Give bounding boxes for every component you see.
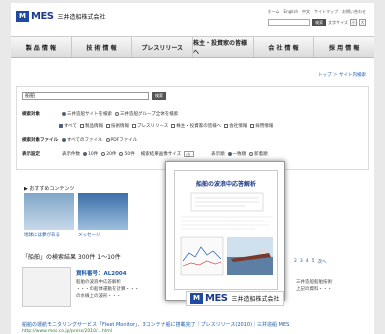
category-row: すべて 製品情報 技術情報 プレスリリース 株主・投資家の皆様へ 会社情報 採用… — [59, 123, 273, 129]
recommend-title: ▶ おすすめコンテンツ — [24, 186, 75, 192]
header-tools: 検索 文字サイズ 小 大 — [268, 19, 366, 26]
count-10-label: 10件 — [88, 152, 99, 157]
scope-row: 検索対象 三井造船サイトを検索 三井造船グループ全体を検索 — [22, 111, 178, 117]
utility-links: ホーム English 中文 サイトマップ お問い合わせ — [268, 9, 366, 15]
recommend-thumb-2[interactable] — [78, 193, 128, 230]
result-title[interactable]: 資料番号：AL2004 — [76, 269, 127, 277]
cat-ir-label: 株主・投資家の皆様へ — [176, 124, 222, 129]
count-radio-50[interactable] — [119, 152, 124, 156]
search-button[interactable]: 検索 — [152, 92, 166, 100]
result-snippet: の水線上の波形・・・ — [76, 294, 121, 299]
font-size-label: 文字サイズ — [328, 19, 348, 25]
target-label: 検索対象 — [22, 112, 40, 117]
cat-all-label: すべて — [64, 124, 78, 129]
cat-company-checkbox[interactable] — [224, 124, 229, 128]
recommend-thumb-1[interactable] — [24, 193, 74, 230]
filetype-pdf-label: PDFファイル — [110, 138, 138, 143]
count-20-label: 20件 — [106, 152, 117, 157]
breadcrumb[interactable]: トップ ＞ サイト内検索 — [318, 72, 366, 78]
filetype-row: 検索対象ファイル すべてのファイル PDFファイル — [22, 137, 137, 143]
filetype-label: 検索対象ファイル — [22, 138, 58, 143]
recommend-caption-2[interactable]: メッセージ — [78, 232, 100, 238]
result-snippet-right: 三井造船船舶技術 — [296, 280, 332, 285]
page-link[interactable]: 5 — [312, 259, 315, 265]
popup-logo-mark: M — [190, 293, 203, 304]
preview-doc-figure — [180, 192, 273, 276]
nav-company[interactable]: 会 社 情 報 — [254, 37, 315, 57]
order-match-label: 一致順 — [232, 152, 247, 157]
recommend-caption-1[interactable]: 地球には夢がある — [24, 232, 60, 238]
cat-press-checkbox[interactable] — [132, 124, 137, 128]
size-select[interactable]: 小 — [184, 151, 195, 157]
cat-products-label: 製品情報 — [85, 124, 104, 129]
result-title-2[interactable]: 船舶の運航モニタリングサービス「Fleet Monitor」、3コンテナ船に搭載… — [22, 321, 289, 328]
cat-ir-checkbox[interactable] — [171, 124, 176, 128]
result-snippet: 船舶の波浪中応答解析 — [76, 280, 121, 285]
company-name: 三井造船株式会社 — [57, 14, 106, 21]
display-label: 表示設定 — [22, 152, 40, 157]
header-search-input[interactable] — [268, 19, 311, 26]
pagination: 2 3 4 5 次へ — [294, 259, 327, 265]
nav-products[interactable]: 製 品 情 報 — [11, 37, 72, 57]
link-english[interactable]: English — [284, 9, 298, 15]
count-radio-20[interactable] — [101, 152, 106, 156]
scope-radio-group[interactable] — [115, 112, 119, 116]
cat-recruit-checkbox[interactable] — [250, 124, 255, 128]
cat-company-label: 会社情報 — [229, 124, 248, 129]
count-label: 表示件数 — [62, 152, 80, 157]
display-row: 表示設定 表示件数 10件 20件 50件 検索結果画像サイズ 小 表示順 一致… — [22, 151, 268, 157]
cat-recruit-label: 採用情報 — [255, 124, 274, 129]
result-snippet: ・・・の船体運動を計算・・・ — [76, 287, 139, 292]
cat-tech-checkbox[interactable] — [106, 124, 111, 128]
page-link[interactable]: 2 — [294, 259, 297, 265]
next-link[interactable]: 次へ — [318, 259, 327, 265]
global-nav: 製 品 情 報 技 術 情 報 プレスリリース 株主・投資家の皆様へ 会 社 情… — [11, 36, 374, 58]
cat-press-label: プレスリリース — [137, 124, 169, 129]
search-input[interactable]: 船舶 — [22, 92, 149, 100]
preview-popup[interactable]: 船舶の波浪中応答解析 — [165, 161, 285, 301]
cat-products-checkbox[interactable] — [80, 124, 85, 128]
link-home[interactable]: ホーム — [268, 9, 280, 15]
popup-logo-text: MES — [205, 293, 228, 304]
cat-all-checkbox[interactable] — [59, 124, 63, 128]
preview-document: 船舶の波浪中応答解析 — [174, 170, 278, 290]
logo-text: MES — [31, 11, 54, 22]
nav-technology[interactable]: 技 術 情 報 — [72, 37, 133, 57]
filetype-radio-pdf[interactable] — [105, 138, 110, 142]
order-new-label: 新着順 — [254, 152, 268, 157]
order-radio-match[interactable] — [227, 152, 232, 156]
size-label: 検索結果画像サイズ — [140, 152, 182, 157]
font-large-button[interactable]: 大 — [359, 19, 366, 26]
company-logo[interactable]: M MES 三井造船株式会社 — [16, 11, 106, 22]
order-radio-new[interactable] — [249, 152, 254, 156]
font-small-button[interactable]: 小 — [350, 19, 357, 26]
nav-recruit[interactable]: 採 用 情 報 — [314, 37, 374, 57]
scope-radio-site[interactable] — [62, 112, 66, 116]
filetype-radio-all[interactable] — [62, 138, 66, 142]
popup-logo: M MES 三井造船株式会社 — [186, 291, 284, 306]
filetype-all-label: すべてのファイル — [67, 138, 103, 143]
count-radio-10[interactable] — [83, 152, 87, 156]
result-url-2: http://www.mes.co.jp/press/2010/...html — [22, 329, 113, 334]
result-thumbnail[interactable] — [22, 267, 71, 307]
link-contact[interactable]: お問い合わせ — [342, 9, 366, 15]
link-chinese[interactable]: 中文 — [302, 9, 310, 15]
link-sitemap[interactable]: サイトマップ — [314, 9, 338, 15]
cat-tech-label: 技術情報 — [111, 124, 130, 129]
result-snippet-right: 上記の資料・・・ — [296, 287, 332, 292]
nav-investors[interactable]: 株主・投資家の皆様へ — [193, 37, 254, 57]
logo-mark: M — [16, 11, 29, 22]
scope-group-label: 三井造船グループ全体を検索 — [120, 112, 179, 117]
popup-company-name: 三井造船株式会社 — [231, 296, 280, 303]
nav-press[interactable]: プレスリリース — [132, 37, 194, 57]
result-summary: 「船舶」の検索結果 300件 1〜10件 — [22, 254, 121, 261]
scope-site-label: 三井造船サイトを検索 — [67, 112, 112, 117]
header-search-button[interactable]: 検索 — [312, 19, 327, 26]
order-label: 表示順 — [211, 152, 225, 157]
page-link[interactable]: 4 — [306, 259, 309, 265]
count-50-label: 50件 — [124, 152, 135, 157]
page-link[interactable]: 3 — [300, 259, 303, 265]
